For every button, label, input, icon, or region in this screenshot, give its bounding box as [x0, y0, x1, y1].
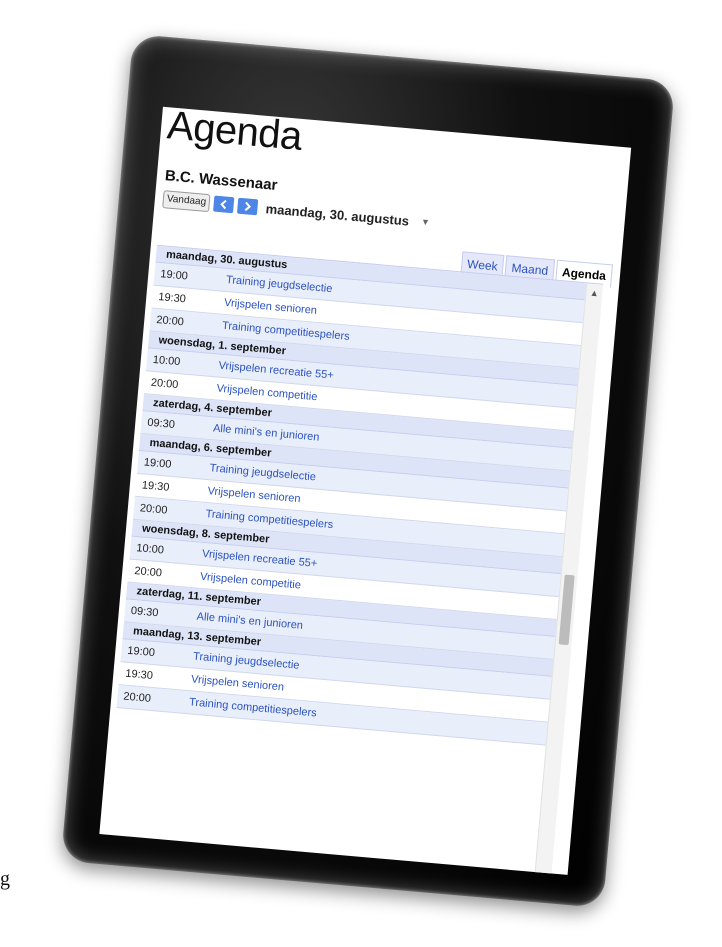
event-time: 10:00	[135, 542, 165, 557]
event-time: 19:30	[141, 479, 170, 494]
event-title-link[interactable]: Vrijspelen senioren	[207, 485, 301, 505]
event-time: 20:00	[150, 376, 179, 392]
event-title-link[interactable]: Vrijspelen competitie	[200, 571, 302, 592]
event-time: 09:30	[130, 604, 159, 620]
current-date-label[interactable]: maandag, 30. augustus	[265, 201, 410, 228]
event-time: 09:30	[146, 416, 176, 431]
event-title-link[interactable]: Training jeugdselectie	[193, 650, 300, 671]
event-title-link[interactable]: Training competitiespelers	[189, 696, 318, 719]
prev-button[interactable]	[213, 195, 235, 214]
event-time: 20:00	[133, 565, 163, 580]
today-button[interactable]: Vandaag	[162, 190, 211, 213]
stray-glyph: g	[0, 868, 10, 890]
scrollbar-thumb[interactable]	[558, 574, 575, 646]
event-title-link[interactable]: Alle mini's en junioren	[213, 422, 320, 443]
photo-frame: Agenda B.C. Wassenaar Vandaag maandag, 3…	[60, 33, 676, 909]
agenda-list: maandag, 30. augustus 19:00 Training jeugd…	[105, 244, 604, 875]
triangle-up-icon[interactable]: ▲	[586, 287, 603, 299]
chevron-left-icon	[220, 199, 227, 210]
event-time: 19:00	[126, 644, 156, 660]
calendar-toolbar: Vandaag maandag, 30. augustus ▼	[162, 189, 431, 232]
next-button[interactable]	[237, 197, 259, 216]
event-title-link[interactable]: Vrijspelen senioren	[224, 297, 318, 317]
agenda-rows: maandag, 30. augustus 19:00 Training jeugd…	[116, 245, 588, 746]
event-time: 19:30	[124, 667, 154, 683]
event-time: 19:00	[143, 456, 172, 471]
event-time: 10:00	[152, 353, 181, 369]
event-time: 19:00	[159, 268, 189, 283]
page-title: Agenda	[165, 106, 304, 159]
triangle-down-icon[interactable]: ▼	[421, 217, 431, 228]
event-title-link[interactable]: Training jeugdselectie	[209, 462, 316, 483]
event-title-link[interactable]: Alle mini's en junioren	[196, 611, 303, 632]
event-time: 20:00	[122, 690, 152, 705]
event-time: 20:00	[155, 314, 185, 329]
chevron-right-icon	[244, 201, 252, 212]
event-title-link[interactable]: Training jeugdselectie	[226, 274, 333, 295]
agenda-screen: Agenda B.C. Wassenaar Vandaag maandag, 3…	[99, 106, 632, 875]
event-time: 19:30	[157, 291, 187, 306]
event-time: 20:00	[139, 502, 168, 517]
event-title-link[interactable]: Vrijspelen competitie	[216, 383, 318, 404]
event-title-link[interactable]: Vrijspelen senioren	[191, 673, 285, 693]
